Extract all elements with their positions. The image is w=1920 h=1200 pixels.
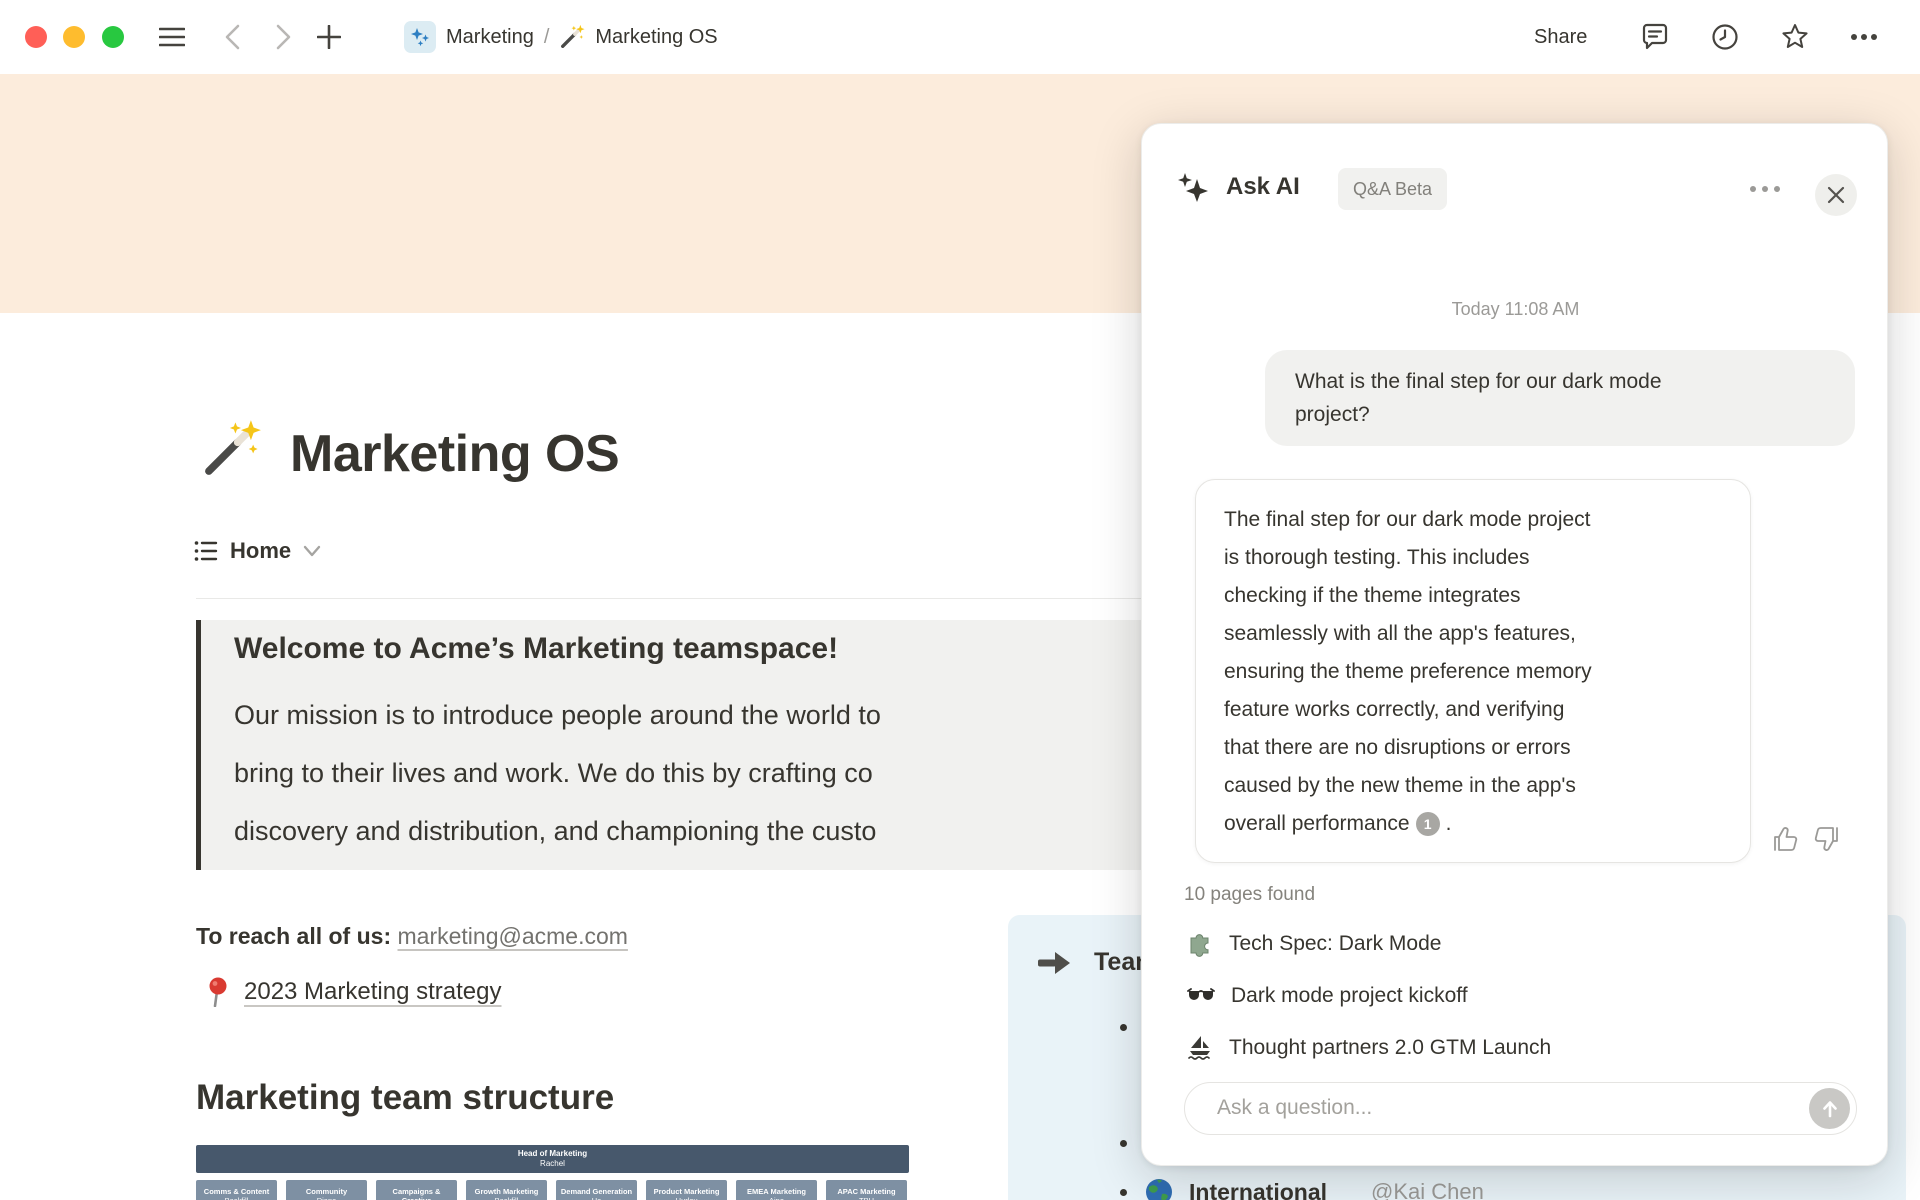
thumbs-up-button[interactable] (1770, 824, 1800, 854)
breadcrumb-space[interactable]: Marketing (446, 26, 534, 49)
sunglasses-icon (1187, 988, 1215, 1000)
reach-row: To reach all of us: marketing@acme.com (196, 923, 628, 950)
source-page-dark-mode-kickoff[interactable]: Dark mode project kickoff (1187, 976, 1847, 1016)
ai-more-button[interactable] (1742, 168, 1788, 210)
reach-label: To reach all of us: (196, 923, 392, 949)
org-box: APAC MarketingTBH (826, 1180, 907, 1200)
pages-found-label: 10 pages found (1184, 884, 1316, 905)
ai-panel-title: Ask AI (1226, 173, 1300, 200)
bullet-point (1120, 1024, 1127, 1031)
ask-question-input-wrap (1184, 1082, 1857, 1135)
thumbs-down-button[interactable] (1812, 824, 1842, 854)
back-chevron-icon (225, 24, 240, 50)
bullet-point (1120, 1140, 1127, 1147)
source-page-tech-spec[interactable]: Tech Spec: Dark Mode (1187, 924, 1847, 964)
citation-badge[interactable]: 1 (1415, 812, 1440, 836)
chevron-down-icon (303, 545, 321, 557)
org-head-title: Head of Marketing (517, 1149, 588, 1158)
history-button[interactable] (1708, 20, 1742, 54)
globe-icon (1146, 1179, 1172, 1200)
team-structure-heading: Marketing team structure (196, 1078, 615, 1117)
ellipsis-icon (1851, 34, 1877, 40)
magic-wand-icon (561, 24, 585, 48)
minimize-window-button[interactable] (63, 26, 85, 48)
back-button[interactable] (216, 20, 250, 54)
share-button[interactable]: Share (1534, 0, 1587, 74)
org-head-name: Rachel (540, 1159, 565, 1168)
qa-beta-badge: Q&A Beta (1338, 168, 1448, 210)
titlebar: Marketing / Marketing OS Share (0, 0, 1920, 74)
international-row[interactable]: International @Kai Chen (1120, 1178, 1484, 1200)
quote-line: Our mission is to introduce people aroun… (234, 700, 881, 730)
org-box: Comms & ContentBackfill (196, 1180, 277, 1200)
comment-icon (1642, 23, 1668, 50)
chat-timestamp: Today 11:08 AM (1451, 299, 1580, 319)
ai-answer-bubble: The final step for our dark mode project… (1195, 479, 1751, 863)
bullet-point (1120, 1188, 1127, 1196)
org-box: CommunityDiana (286, 1180, 367, 1200)
ai-close-button[interactable] (1815, 174, 1857, 216)
org-box: Campaigns & CreativeRob (376, 1180, 457, 1200)
question-line: What is the final step for our dark mode (1295, 370, 1662, 393)
send-question-button[interactable] (1809, 1088, 1850, 1129)
plus-icon (317, 25, 341, 49)
strategy-row: 2023 Marketing strategy (206, 977, 501, 1007)
arrow-up-icon (1822, 1100, 1837, 1117)
marketing-email-link[interactable]: marketing@acme.com (398, 923, 628, 949)
notion-window: Marketing / Marketing OS Share Marketing… (0, 0, 1920, 1200)
org-chart-image[interactable]: Head of Marketing Rachel Comms & Content… (196, 1145, 909, 1200)
forward-button[interactable] (266, 20, 300, 54)
team-heading[interactable]: Team (1036, 948, 1157, 977)
quote-line: bring to their lives and work. We do thi… (234, 758, 873, 788)
comments-button[interactable] (1638, 20, 1672, 54)
close-icon (1827, 186, 1845, 204)
tab-home[interactable]: Home (194, 538, 321, 564)
breadcrumb: Marketing / Marketing OS (404, 0, 718, 74)
org-boxes-row: Comms & ContentBackfill CommunityDiana C… (196, 1180, 909, 1200)
star-icon (1782, 24, 1808, 48)
hamburger-icon (159, 27, 185, 47)
thumbs-down-icon (1814, 827, 1838, 851)
close-window-button[interactable] (25, 26, 47, 48)
org-box: Product MarketingHurley (646, 1180, 727, 1200)
quote-heading: Welcome to Acme’s Marketing teamspace! (234, 632, 839, 665)
ai-sparkle-icon (1177, 171, 1209, 208)
source-page-gtm-launch[interactable]: Thought partners 2.0 GTM Launch (1187, 1028, 1847, 1068)
magic-wand-icon (205, 420, 261, 475)
arrow-right-icon (1038, 951, 1070, 974)
org-box: Growth MarketingBackfill (466, 1180, 547, 1200)
org-box: EMEA MarketingAine (736, 1180, 817, 1200)
question-line: project? (1295, 403, 1370, 426)
user-question-bubble: What is the final step for our dark mode… (1265, 350, 1855, 446)
tab-home-label: Home (230, 538, 292, 563)
puzzle-icon (1190, 934, 1209, 957)
page-title: Marketing OS (290, 425, 620, 483)
answer-last-line: overall performance 1 . (1224, 812, 1452, 836)
more-options-button[interactable] (1847, 20, 1881, 54)
breadcrumb-separator: / (543, 25, 550, 48)
new-tab-button[interactable] (312, 20, 346, 54)
boat-icon (1188, 1036, 1210, 1060)
clock-icon (1712, 24, 1738, 50)
quote-line: discovery and distribution, and champion… (234, 816, 877, 846)
pushpin-icon (209, 977, 227, 1007)
kai-chen-mention: @Kai Chen (1371, 1179, 1484, 1200)
international-label: International (1189, 1178, 1328, 1200)
ask-question-input[interactable] (1217, 1083, 1777, 1133)
sparkles-icon (411, 28, 429, 47)
forward-chevron-icon (276, 24, 291, 50)
list-view-icon (194, 541, 218, 561)
breadcrumb-page[interactable]: Marketing OS (595, 26, 717, 49)
org-head-box: Head of Marketing Rachel (196, 1145, 909, 1173)
sidebar-menu-button[interactable] (155, 20, 189, 54)
strategy-page-link[interactable]: 2023 Marketing strategy (244, 978, 501, 1006)
org-box: Demand GenerationHa (556, 1180, 637, 1200)
teamspace-icon[interactable] (404, 21, 436, 53)
thumbs-up-icon (1774, 827, 1798, 851)
favorite-button[interactable] (1778, 20, 1812, 54)
page-icon-magic-wand[interactable] (200, 418, 262, 485)
zoom-window-button[interactable] (102, 26, 124, 48)
ask-ai-panel: Ask AI Q&A Beta Today 11:08 AM What is t… (1141, 123, 1888, 1166)
